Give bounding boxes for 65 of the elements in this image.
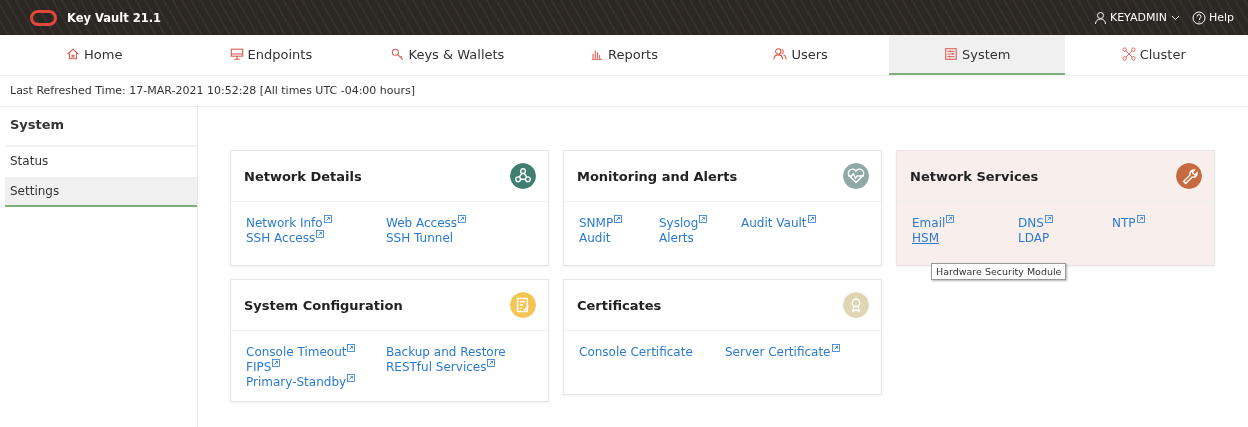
external-link-icon	[347, 374, 356, 382]
external-link-icon	[1136, 215, 1145, 223]
chevron-down-icon	[1170, 14, 1180, 21]
settings-link[interactable]: Console Certificate	[579, 345, 693, 359]
external-link-icon	[458, 215, 467, 223]
system-icon	[943, 47, 958, 61]
external-link-icon	[272, 359, 281, 367]
settings-link[interactable]: SNMP	[579, 216, 623, 230]
users-icon	[773, 47, 788, 61]
external-link-icon	[323, 215, 332, 223]
tooltip: Hardware Security Module	[931, 263, 1067, 280]
settings-link[interactable]: Primary-Standby	[246, 375, 356, 389]
nav-tab[interactable]: System	[888, 35, 1066, 75]
settings-link[interactable]: SSH Tunnel	[386, 231, 454, 245]
logo-icon	[30, 9, 57, 26]
external-link-icon	[316, 230, 325, 238]
external-link-icon	[807, 215, 816, 223]
card-title: Network Services	[910, 168, 1039, 184]
settings-link[interactable]: Console Timeout	[246, 345, 356, 359]
sidebar-title: System	[5, 107, 197, 147]
nav-tab[interactable]: Keys & Wallets	[359, 35, 536, 75]
card-title: System Configuration	[244, 297, 403, 313]
settings-link[interactable]: HSM	[912, 231, 939, 245]
settings-link[interactable]: LDAP	[1018, 231, 1050, 245]
card-title: Certificates	[577, 297, 662, 313]
settings-link[interactable]: Web Access	[386, 216, 467, 230]
external-link-icon	[699, 215, 708, 223]
help-link[interactable]: Help	[1191, 10, 1234, 25]
card-title: Monitoring and Alerts	[577, 168, 738, 184]
home-icon	[66, 47, 81, 61]
monitor-icon	[229, 47, 244, 61]
nav-tab[interactable]: Endpoints	[182, 35, 360, 75]
nav-tab[interactable]: Home	[6, 35, 183, 75]
product-title: Key Vault 21.1	[67, 10, 162, 25]
external-link-icon	[347, 344, 356, 352]
settings-link[interactable]: Network Info	[246, 216, 332, 230]
nav-tab[interactable]: Cluster	[1065, 35, 1243, 75]
external-link-icon	[946, 215, 955, 223]
external-link-icon	[487, 359, 496, 367]
settings-link[interactable]: Server Certificate	[725, 345, 840, 359]
settings-link[interactable]: SSH Access	[246, 231, 325, 245]
settings-link[interactable]: Backup and Restore	[386, 345, 506, 359]
settings-link[interactable]: Audit	[579, 231, 611, 245]
settings-link[interactable]: Email	[912, 216, 955, 230]
sidebar-item[interactable]: Settings	[5, 177, 197, 207]
user-menu[interactable]: KEYADMIN	[1094, 11, 1180, 24]
last-refreshed-text: Last Refreshed Time: 17-MAR-2021 10:52:28 [All times UTC -04:00 hours]	[10, 84, 416, 97]
external-link-icon	[831, 344, 840, 352]
settings-link[interactable]: Alerts	[659, 231, 694, 245]
settings-link[interactable]: DNS	[1018, 216, 1053, 230]
key-icon	[390, 47, 405, 61]
sidebar-item[interactable]: Status	[5, 147, 197, 177]
help-icon	[1191, 10, 1206, 25]
settings-link[interactable]: Syslog	[659, 216, 708, 230]
settings-link[interactable]: Audit Vault	[741, 216, 816, 230]
nav-tab[interactable]: Users	[712, 35, 889, 75]
external-link-icon	[1044, 215, 1053, 223]
cluster-icon	[1121, 47, 1136, 61]
nav-tab[interactable]: Reports	[535, 35, 713, 75]
card-title: Network Details	[244, 168, 362, 184]
settings-link[interactable]: RESTful Services	[386, 360, 496, 374]
settings-link[interactable]: NTP	[1112, 216, 1145, 230]
settings-link[interactable]: FIPS	[246, 360, 281, 374]
user-icon	[1094, 11, 1106, 24]
external-link-icon	[614, 215, 623, 223]
